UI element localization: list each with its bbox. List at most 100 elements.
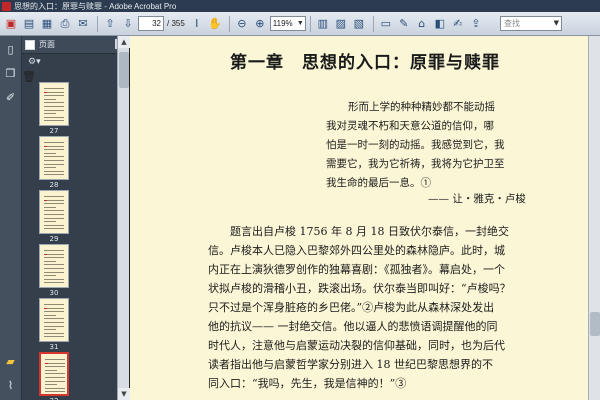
page-thumbnail-label: 27: [49, 127, 59, 135]
scrollbar-thumb[interactable]: [119, 52, 129, 88]
body-line: 内正在上演狄德罗创作的独幕喜剧：《孤独者》。幕启处，一个: [208, 263, 505, 276]
page-total: / 355: [167, 19, 185, 28]
hand-tool-icon[interactable]: ✋: [207, 16, 223, 32]
zoom-out-icon[interactable]: ⊖: [234, 16, 250, 32]
thumbnail-mark: [44, 92, 47, 93]
thumbnail-text-line: [44, 102, 64, 104]
epigraph-line: 需要它，我为它祈祷，我将为它护卫至: [326, 158, 505, 170]
page-thumbnail[interactable]: [39, 298, 69, 342]
body-paragraph: 题言出自卢梭 1756 年 8 月 18 日致伏尔泰信，一封绝交 信。卢梭本人已…: [208, 222, 568, 393]
page-thumbnail[interactable]: [39, 352, 69, 396]
select-cursor-icon[interactable]: I: [189, 16, 205, 32]
window-title: 思想的入口：原罪与赎罪 - Adobe Acrobat Pro: [14, 1, 177, 11]
thumbnail-text-line: [44, 282, 64, 284]
options-icon[interactable]: ⚙▾: [28, 57, 41, 67]
create-pdf-icon[interactable]: ▣: [3, 16, 19, 32]
thumbnail-text-line: [45, 391, 65, 393]
scrollbar-thumb[interactable]: [590, 312, 600, 336]
thumbnail-text-line: [44, 106, 64, 107]
body-line: 题言出自卢梭 1756 年 8 月 18 日致伏尔泰信，一封绝交: [230, 225, 509, 238]
thumbnail-text-line: [45, 377, 65, 378]
epigraph-line: 怕是一时一刻的动摇。我感觉到它，我: [326, 139, 505, 151]
page-thumbnail[interactable]: [39, 82, 69, 126]
thumbnail-text-line: [44, 322, 64, 323]
body-line: 状拟卢梭的滑稽小丑，跌滚出场。伏尔泰当即叫好：“卢梭吗？: [208, 282, 511, 295]
navigation-pane-icons: ▯ ❐ ✐ ▰ ⌇: [0, 36, 22, 400]
thumbnail-text-line: [44, 332, 64, 334]
email-icon[interactable]: ✉: [75, 16, 91, 32]
scroll-up-icon[interactable]: ▲: [118, 36, 130, 48]
page-number-input[interactable]: 32: [138, 16, 164, 31]
open-folder-icon[interactable]: ▤: [21, 16, 37, 32]
thumbnail-text-line: [44, 336, 64, 338]
thumbnail-text-line: [44, 160, 64, 161]
pages-panel-title: 页面: [39, 40, 55, 49]
thumbnail-text-line: [44, 304, 64, 305]
acrobat-app-icon: [2, 1, 11, 11]
thumbnail-text-line: [45, 373, 65, 375]
thumbnail-text-line: [44, 325, 64, 327]
pages-panel-tools: ⚙▾: [22, 54, 129, 70]
thumbnail-text-line: [44, 224, 64, 226]
attach-icon[interactable]: ⌂: [414, 16, 430, 32]
thumbnail-text-line: [44, 311, 64, 313]
page-thumbnail[interactable]: [39, 244, 69, 288]
fit-page-icon[interactable]: ▥: [315, 16, 331, 32]
body-line: 同入口：“我吗，先生，我是信神的！”③: [208, 377, 407, 390]
scrolling-mode-icon[interactable]: ▧: [351, 16, 367, 32]
print-icon[interactable]: ⎙: [57, 16, 73, 32]
page-icon: [25, 39, 35, 50]
thumbnail-text-line: [44, 142, 64, 143]
page-thumbnail-label: 28: [49, 181, 59, 189]
page-thumbnail[interactable]: [39, 190, 69, 234]
page-thumbnail[interactable]: [39, 136, 69, 180]
thumbnail-text-line: [44, 214, 64, 215]
pages-panel-icon[interactable]: ▯: [3, 42, 18, 57]
chapter-title: 第一章 思想的入口：原罪与赎罪: [230, 53, 500, 73]
zoom-select[interactable]: 119% ▼: [269, 16, 306, 31]
window-titlebar: 思想的入口：原罪与赎罪 - Adobe Acrobat Pro: [0, 0, 600, 12]
next-page-icon[interactable]: ⇩: [120, 16, 136, 32]
thumbnail-text-line: [44, 196, 64, 197]
save-icon[interactable]: ▦: [39, 16, 55, 32]
signatures-icon[interactable]: ✐: [3, 90, 18, 105]
stamp-icon[interactable]: ◧: [432, 16, 448, 32]
page-thumbnail-label: 30: [49, 289, 59, 297]
thumbnail-text-line: [44, 199, 64, 201]
thumbnail-text-line: [44, 170, 64, 172]
thumbnail-text-line: [44, 88, 64, 89]
thumbnail-text-line: [44, 203, 64, 205]
epigraph-attribution: —— 让・雅克・卢梭: [428, 193, 526, 205]
share-icon[interactable]: ⇪: [468, 16, 484, 32]
thumbnail-mark: [44, 146, 47, 147]
thumbnail-text-line: [44, 278, 64, 280]
fit-width-icon[interactable]: ▨: [333, 16, 349, 32]
thumbnail-mark: [44, 254, 47, 255]
bookmarks-icon[interactable]: ❐: [3, 66, 18, 81]
pages-panel: 页面 ▼ ⚙▾ 🗑 272829303132: [22, 36, 130, 400]
toolbar-divider: [97, 15, 98, 32]
previous-page-icon[interactable]: ⇧: [102, 16, 118, 32]
scroll-down-icon[interactable]: ▼: [118, 388, 130, 400]
comment-icon[interactable]: ▭: [378, 16, 394, 32]
attachments-paperclip-icon[interactable]: ⌇: [3, 378, 18, 393]
thumbnail-text-line: [44, 95, 64, 97]
thumbnail-text-line: [44, 149, 64, 151]
find-placeholder: 查找: [504, 19, 520, 28]
thumbnail-text-line: [44, 116, 64, 118]
document-view[interactable]: 第一章 思想的入口：原罪与赎罪 形而上学的种种精妙都不能动摇 我对灵魂不朽和天意…: [130, 36, 588, 400]
thumbnails-scrollbar[interactable]: ▲ ▼: [117, 36, 130, 400]
document-scrollbar[interactable]: [588, 36, 600, 400]
chevron-down-icon: ▼: [296, 20, 304, 27]
toolbar-divider: [228, 15, 230, 32]
zoom-in-icon[interactable]: ⊕: [252, 16, 268, 32]
thumbnail-text-line: [44, 98, 56, 100]
sign-icon[interactable]: ✍: [450, 16, 466, 32]
epigraph: 形而上学的种种精妙都不能动摇 我对灵魂不朽和天意公道的信仰，哪 怕是一时一刻的动…: [326, 98, 562, 193]
find-input[interactable]: 查找 ▼: [500, 16, 562, 31]
thumbnail-text-line: [45, 387, 65, 389]
epigraph-line: 我对灵魂不朽和天意公道的信仰，哪: [326, 120, 494, 132]
highlight-icon[interactable]: ✎: [396, 16, 412, 32]
comments-icon[interactable]: ▰: [3, 354, 18, 369]
thumbnail-text-line: [44, 145, 64, 147]
